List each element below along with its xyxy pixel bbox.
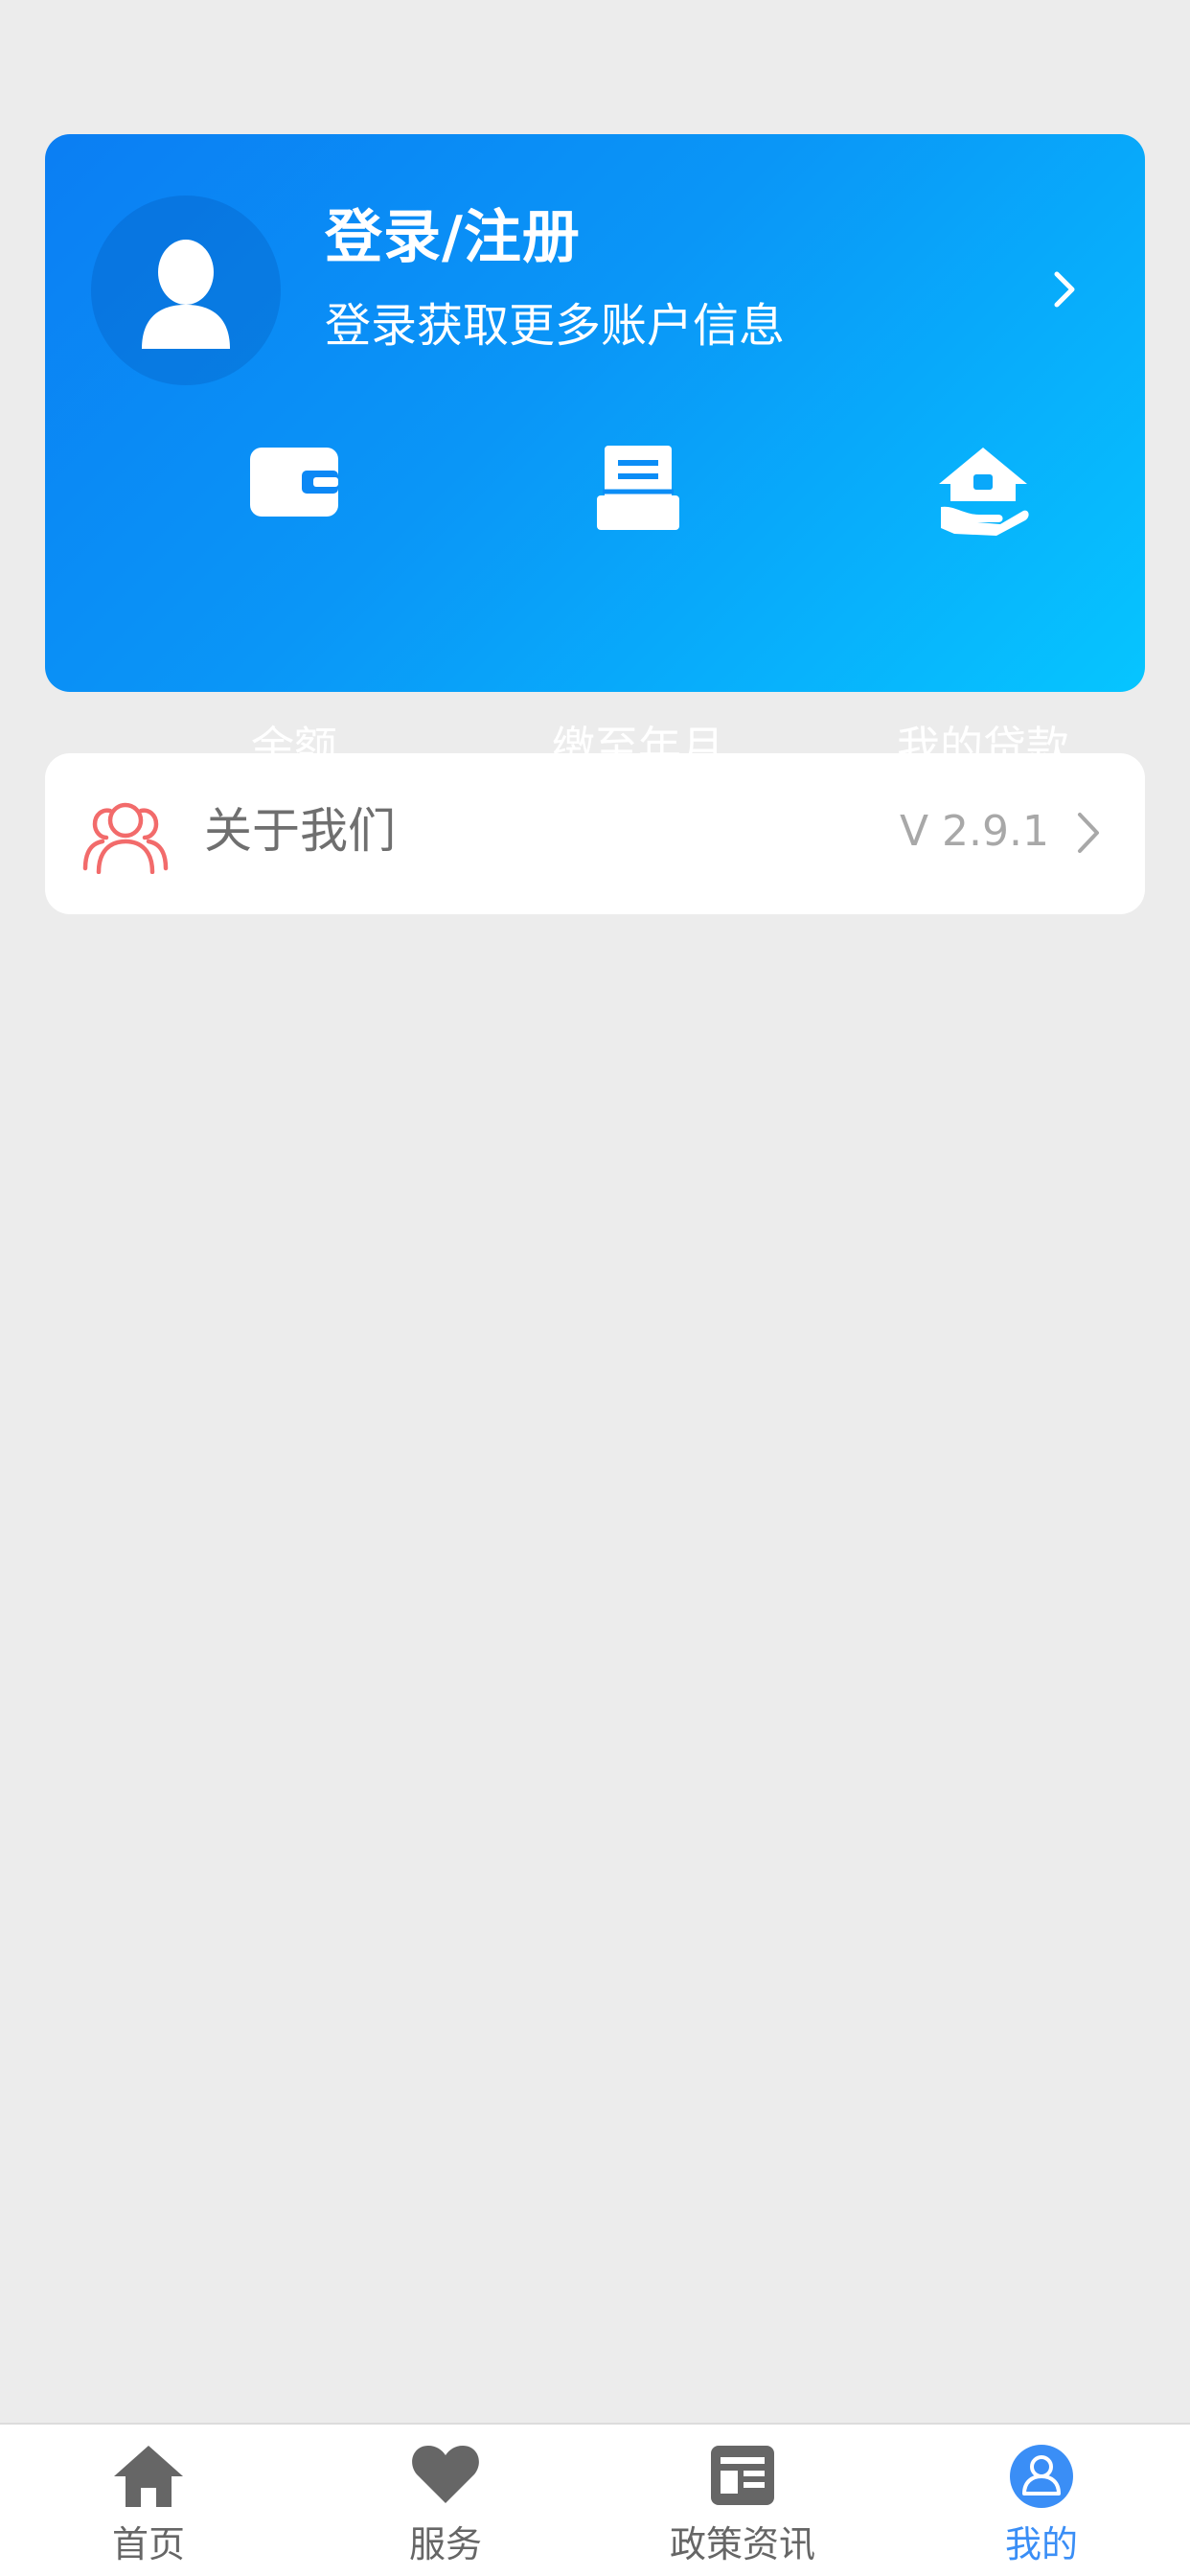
profile-card: 登录/注册 登录获取更多账户信息 余额 缴至年月 我的贷款 <box>45 134 1145 772</box>
quick-action-my-loan[interactable]: 我的贷款 <box>839 446 1127 772</box>
wallet-icon <box>250 448 338 517</box>
tab-service[interactable]: 服务 <box>297 2425 594 2576</box>
user-icon <box>1010 2445 1073 2508</box>
chevron-right-icon <box>1054 271 1075 308</box>
bottom-tab-bar: 首页 服务 政策资讯 我的 <box>0 2423 1190 2576</box>
news-icon <box>711 2446 774 2505</box>
bill-icon <box>597 446 679 530</box>
tab-label: 首页 <box>111 2523 185 2565</box>
heart-icon <box>412 2446 479 2503</box>
avatar <box>91 196 281 385</box>
house-loan-icon <box>939 448 1029 536</box>
about-us-label: 关于我们 <box>204 803 396 859</box>
tab-mine[interactable]: 我的 <box>893 2425 1190 2576</box>
tab-label: 政策资讯 <box>669 2523 815 2565</box>
tab-home[interactable]: 首页 <box>0 2425 297 2576</box>
quick-action-balance[interactable]: 余额 <box>150 446 438 772</box>
quick-action-paid-until[interactable]: 缴至年月 <box>494 446 782 772</box>
chevron-right-icon <box>1078 813 1099 853</box>
people-icon <box>82 802 169 874</box>
login-title: 登录/注册 <box>325 204 581 271</box>
about-us-row[interactable]: 关于我们 V 2.9.1 <box>45 753 1145 914</box>
user-avatar-icon <box>142 240 230 349</box>
login-subtitle: 登录获取更多账户信息 <box>325 299 786 353</box>
login-row[interactable]: 登录/注册 登录获取更多账户信息 <box>45 134 1145 441</box>
tab-label: 服务 <box>408 2523 482 2565</box>
tab-policy-news[interactable]: 政策资讯 <box>594 2425 891 2576</box>
home-icon <box>114 2446 183 2507</box>
tab-label: 我的 <box>1004 2523 1078 2565</box>
app-version: V 2.9.1 <box>899 807 1049 856</box>
